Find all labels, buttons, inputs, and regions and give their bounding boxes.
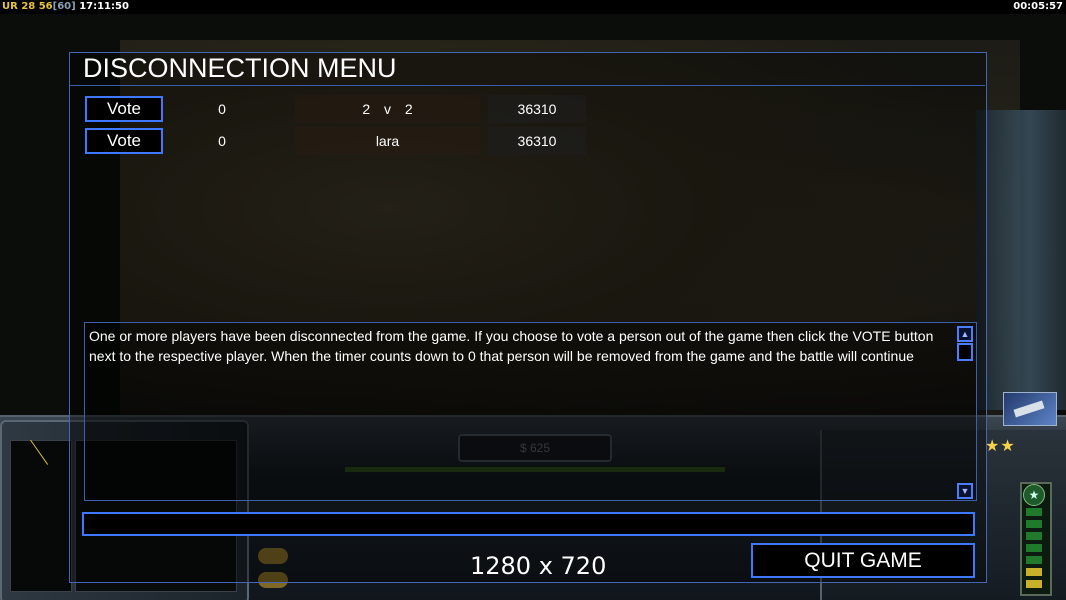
disconnect-message: One or more players have been disconnect… <box>89 328 934 364</box>
scroll-up-icon[interactable]: ▲ <box>957 326 973 342</box>
status-prefix: UR <box>2 1 18 12</box>
scroll-thumb[interactable] <box>957 343 973 361</box>
vote-button[interactable]: Vote <box>85 96 163 122</box>
status-value-b: 56 <box>38 1 53 12</box>
player-row: Vote 0 lara 36310 <box>0 127 1066 155</box>
player-name: 2 v 2 <box>295 95 480 123</box>
rank-stars-icon: ★★ <box>985 438 1016 455</box>
radar-minimap <box>10 440 72 592</box>
vote-count: 0 <box>218 101 226 117</box>
faction-star-icon: ★ <box>1023 484 1045 506</box>
scroll-down-icon[interactable]: ▼ <box>957 483 973 499</box>
vote-button[interactable]: Vote <box>85 128 163 154</box>
player-timer: 36310 <box>488 95 586 123</box>
status-bar: UR 28 56[60] 17:11:50 00:05:57 <box>0 0 1066 14</box>
status-clock: 17:11:50 <box>79 1 129 12</box>
vote-count: 0 <box>218 133 226 149</box>
status-bracket: [60] <box>52 1 76 12</box>
dialog-title: DISCONNECTION MENU <box>83 53 397 83</box>
status-left: UR 28 56[60] 17:11:50 <box>2 0 129 14</box>
elapsed-time: 00:05:57 <box>1013 1 1063 12</box>
satellite-icon <box>1003 392 1057 426</box>
player-timer: 36310 <box>488 127 586 155</box>
player-row: Vote 0 2 v 2 36310 <box>0 95 1066 123</box>
shoreline-water <box>976 110 1066 410</box>
quit-game-button[interactable]: QUIT GAME <box>751 543 975 578</box>
player-name: lara <box>295 127 480 155</box>
chat-input[interactable] <box>82 512 975 536</box>
status-value-a: 28 <box>21 1 36 12</box>
title-divider <box>70 85 985 86</box>
resolution-label: 1280 x 720 <box>470 552 607 580</box>
